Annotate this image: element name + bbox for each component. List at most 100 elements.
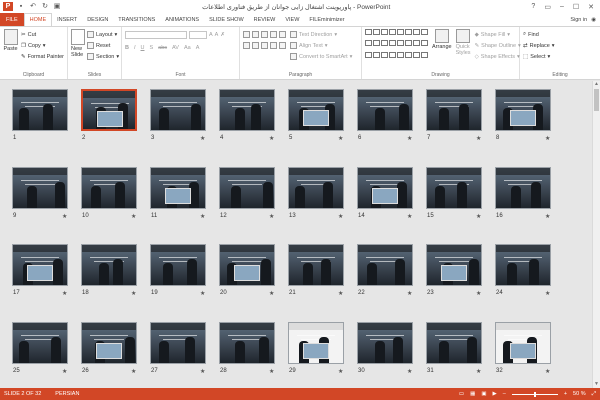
slide-thumbnail[interactable] — [357, 322, 413, 364]
layout-button[interactable]: Layout ▾ — [87, 29, 119, 40]
change-case-button[interactable]: Aa — [184, 45, 191, 51]
transition-star-icon[interactable]: ★ — [545, 135, 550, 142]
redo-icon[interactable]: ↻ — [41, 3, 49, 11]
slide-thumbnail[interactable] — [495, 244, 551, 286]
italic-button[interactable]: I — [134, 45, 136, 51]
justify-icon[interactable] — [270, 42, 277, 49]
close-button[interactable]: ✕ — [588, 3, 594, 11]
zoom-level[interactable]: 50 % — [573, 391, 586, 397]
transition-star-icon[interactable]: ★ — [407, 135, 412, 142]
user-icon[interactable]: ◉ — [591, 17, 596, 23]
transition-star-icon[interactable]: ★ — [131, 368, 136, 375]
tab-review[interactable]: REVIEW — [249, 13, 281, 26]
slide-thumbnail[interactable] — [219, 167, 275, 209]
ribbon-options-button[interactable]: ▭ — [544, 3, 551, 11]
replace-button[interactable]: ⇄ Replace ▾ — [523, 40, 597, 51]
transition-star-icon[interactable]: ★ — [338, 290, 343, 297]
numbering-icon[interactable] — [252, 31, 259, 38]
font-size-box[interactable] — [189, 30, 207, 39]
slide-thumbnail[interactable] — [150, 89, 206, 131]
transition-star-icon[interactable]: ★ — [338, 135, 343, 142]
shape-effects-button[interactable]: ◇ Shape Effects ▾ — [475, 51, 521, 62]
tab-fileminimizer[interactable]: FILEminimizer — [304, 13, 349, 26]
align-text-button[interactable]: Align Text ▾ — [290, 40, 352, 51]
slide-thumbnail[interactable] — [219, 89, 275, 131]
slide-thumbnail[interactable] — [81, 89, 137, 131]
slide-thumbnail[interactable] — [357, 167, 413, 209]
fit-to-window-icon[interactable]: ⤢ — [592, 391, 596, 398]
scroll-up-icon[interactable]: ▲ — [593, 81, 600, 88]
tab-design[interactable]: DESIGN — [82, 13, 113, 26]
maximize-button[interactable]: ☐ — [573, 3, 579, 11]
transition-star-icon[interactable]: ★ — [62, 368, 67, 375]
undo-icon[interactable]: ↶ — [29, 3, 37, 11]
slide-thumbnail[interactable] — [81, 167, 137, 209]
transition-star-icon[interactable]: ★ — [476, 135, 481, 142]
slide-sorter-view-icon[interactable]: ▦ — [470, 391, 475, 397]
slide-thumbnail[interactable] — [495, 89, 551, 131]
columns-icon[interactable] — [279, 42, 286, 49]
transition-star-icon[interactable]: ★ — [200, 290, 205, 297]
strikethrough-button[interactable]: abc — [158, 45, 167, 51]
sign-in-link[interactable]: Sign in — [570, 17, 587, 23]
font-name-box[interactable] — [125, 30, 187, 39]
slide-thumbnail[interactable] — [150, 244, 206, 286]
align-left-icon[interactable] — [243, 42, 250, 49]
slide-thumbnail[interactable] — [288, 244, 344, 286]
tab-insert[interactable]: INSERT — [52, 13, 82, 26]
char-spacing-button[interactable]: AV — [172, 45, 179, 51]
slide-thumbnail[interactable] — [81, 244, 137, 286]
transition-star-icon[interactable]: ★ — [62, 290, 67, 297]
zoom-out-icon[interactable]: – — [503, 391, 506, 397]
transition-star-icon[interactable]: ★ — [407, 290, 412, 297]
align-center-icon[interactable] — [252, 42, 259, 49]
transition-star-icon[interactable]: ★ — [545, 368, 550, 375]
slide-thumbnail[interactable] — [12, 167, 68, 209]
transition-star-icon[interactable]: ★ — [476, 290, 481, 297]
language-indicator[interactable]: PERSIAN — [55, 391, 79, 397]
decrease-indent-icon[interactable] — [261, 31, 268, 38]
start-slideshow-icon[interactable]: ▣ — [53, 3, 61, 11]
tab-animations[interactable]: ANIMATIONS — [160, 13, 204, 26]
paste-button[interactable]: Paste — [3, 29, 18, 62]
slide-thumbnail[interactable] — [426, 89, 482, 131]
transition-star-icon[interactable]: ★ — [407, 368, 412, 375]
transition-star-icon[interactable]: ★ — [62, 213, 67, 220]
scroll-thumb[interactable] — [594, 89, 599, 111]
help-button[interactable]: ? — [531, 3, 535, 11]
transition-star-icon[interactable]: ★ — [545, 290, 550, 297]
vertical-scrollbar[interactable]: ▲ ▼ — [592, 81, 600, 388]
slide-thumbnail[interactable] — [357, 89, 413, 131]
transition-star-icon[interactable]: ★ — [476, 368, 481, 375]
shape-outline-button[interactable]: ✎ Shape Outline ▾ — [475, 40, 521, 51]
shadow-button[interactable]: S — [150, 45, 154, 51]
transition-star-icon[interactable]: ★ — [131, 213, 136, 220]
line-spacing-icon[interactable] — [279, 31, 286, 38]
transition-star-icon[interactable]: ★ — [476, 213, 481, 220]
slideshow-view-icon[interactable]: ▶ — [493, 391, 497, 397]
section-button[interactable]: Section ▾ — [87, 51, 119, 62]
tab-view[interactable]: VIEW — [280, 13, 304, 26]
slide-thumbnail[interactable] — [288, 322, 344, 364]
grow-font-icon[interactable]: A — [209, 32, 213, 38]
zoom-in-icon[interactable]: + — [564, 391, 567, 397]
convert-smartart-button[interactable]: Convert to SmartArt ▾ — [290, 51, 352, 62]
quick-styles-button[interactable]: Quick Styles — [456, 29, 471, 62]
transition-star-icon[interactable]: ★ — [200, 213, 205, 220]
transition-star-icon[interactable]: ★ — [200, 135, 205, 142]
slide-thumbnail[interactable] — [288, 89, 344, 131]
shapes-gallery[interactable] — [365, 29, 428, 62]
clear-format-icon[interactable]: ✗ — [220, 32, 225, 38]
slide-thumbnail[interactable] — [12, 89, 68, 131]
arrange-button[interactable]: Arrange — [432, 29, 452, 62]
transition-star-icon[interactable]: ★ — [545, 213, 550, 220]
copy-button[interactable]: ❐ Copy ▾ — [21, 40, 64, 51]
transition-star-icon[interactable]: ★ — [269, 368, 274, 375]
underline-button[interactable]: U — [141, 45, 145, 51]
new-slide-button[interactable]: New Slide — [71, 29, 85, 62]
slide-thumbnail[interactable] — [12, 244, 68, 286]
transition-star-icon[interactable]: ★ — [407, 213, 412, 220]
tab-file[interactable]: FILE — [0, 13, 24, 26]
font-color-button[interactable]: A — [196, 45, 200, 51]
transition-star-icon[interactable]: ★ — [338, 213, 343, 220]
